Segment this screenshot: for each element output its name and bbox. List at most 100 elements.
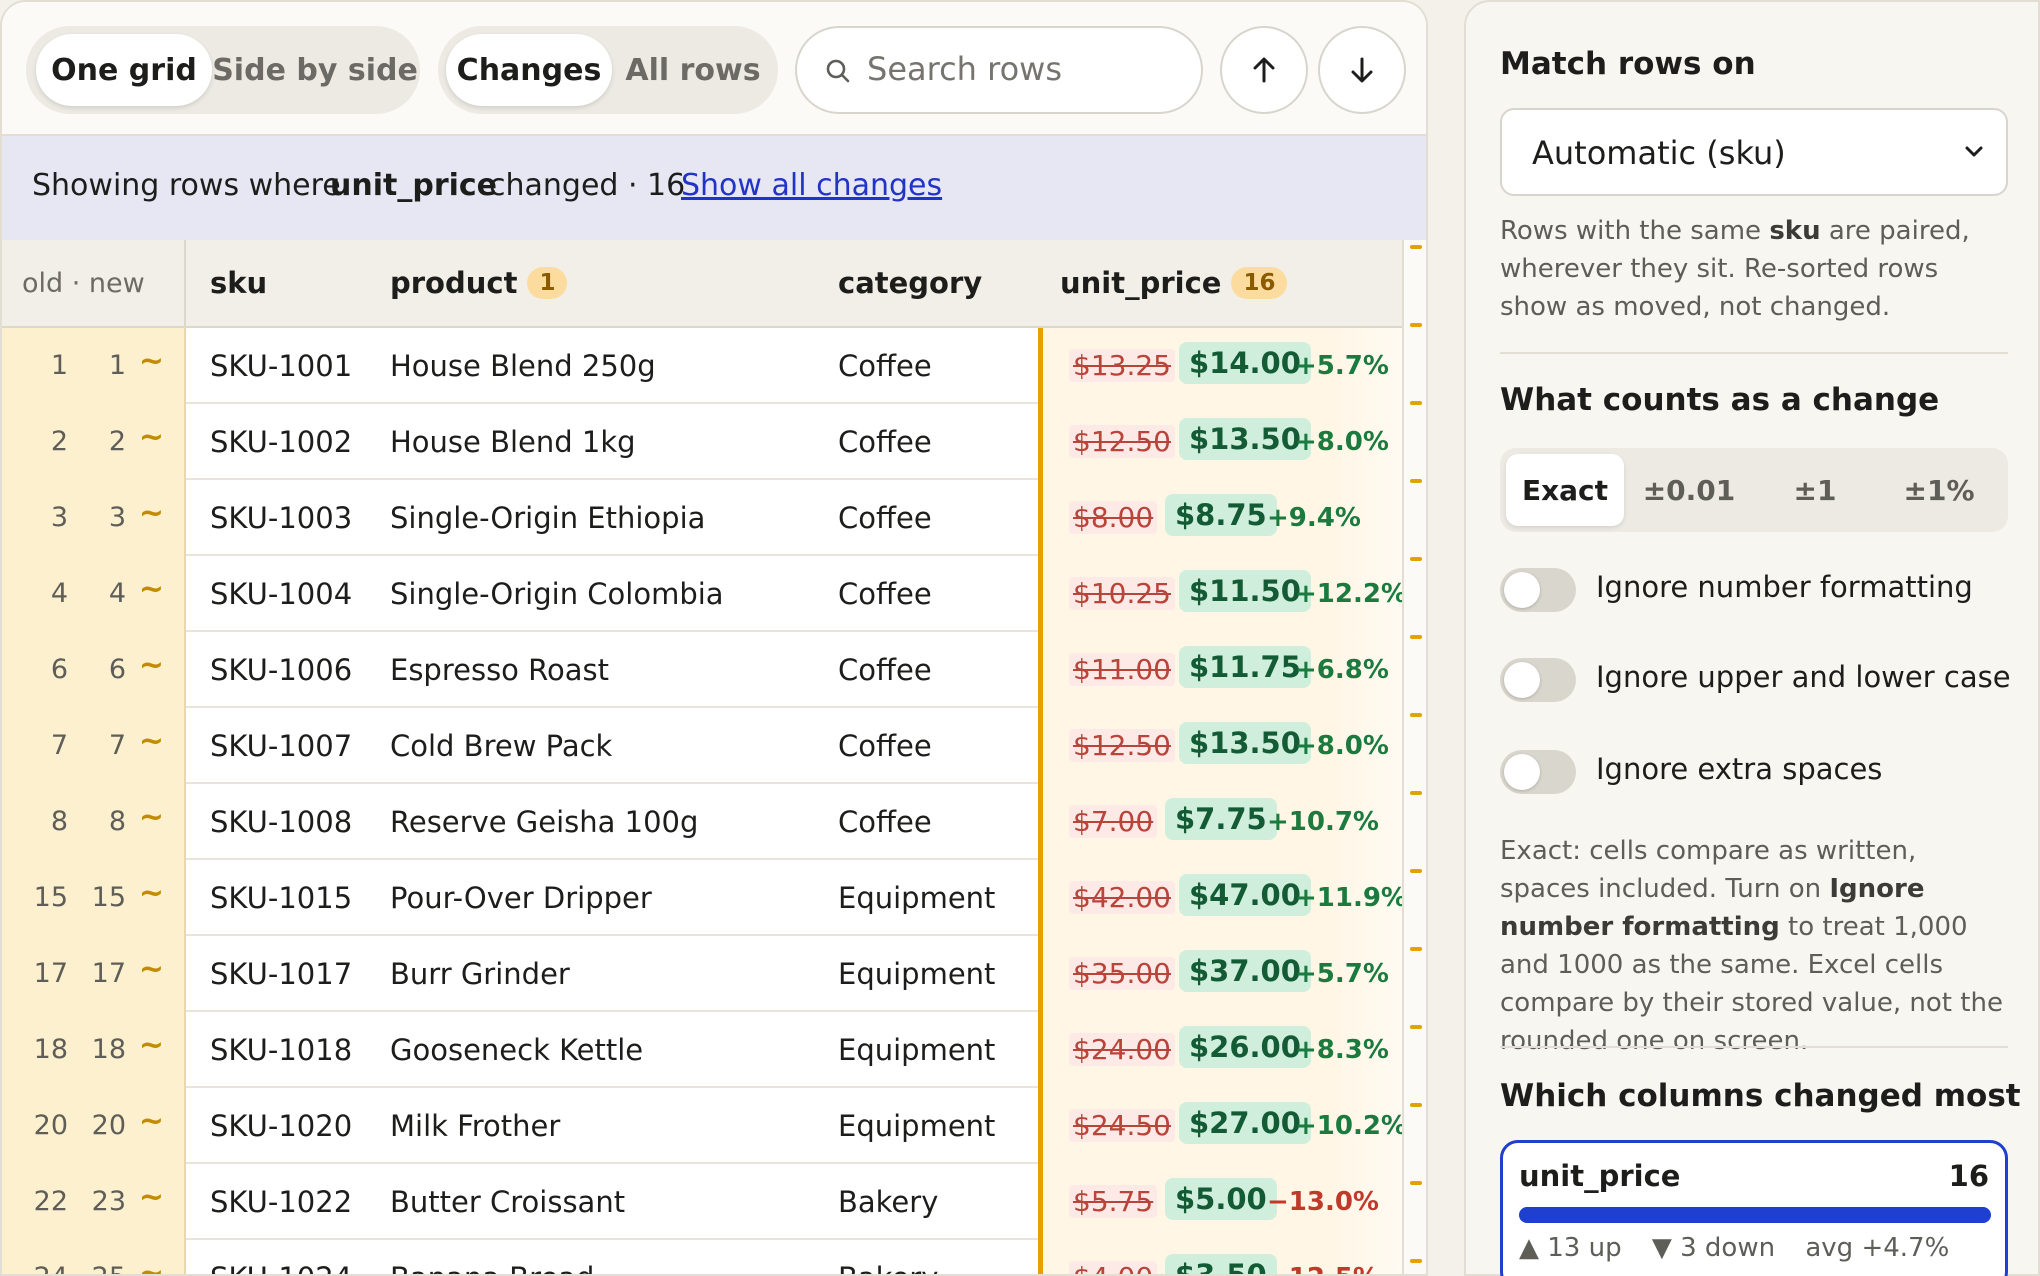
table-row[interactable]: 6 6 ~ SKU-1006 Espresso Roast Coffee $11.00 $11… bbox=[2, 632, 1402, 708]
search-placeholder: Search rows bbox=[867, 50, 1062, 88]
table-row[interactable]: 2425 ~ SKU-1024 Banana Bread Bakery $4.00 $3.5… bbox=[2, 1240, 1402, 1274]
price-delta: +9.4% bbox=[1267, 503, 1361, 533]
column-card-down: ▼ 3 down bbox=[1651, 1233, 1776, 1263]
changed-row-marker: ~ bbox=[138, 1104, 164, 1139]
column-card-name: unit_price bbox=[1519, 1159, 1681, 1193]
new-row-number: 15 bbox=[91, 882, 126, 913]
category-cell: Bakery bbox=[838, 1261, 938, 1274]
unit-price-cell[interactable]: $24.50 $27.00 +10.2% bbox=[1038, 1088, 1407, 1164]
next-change-button[interactable] bbox=[1318, 26, 1406, 114]
change-heading: What counts as a change bbox=[1500, 382, 1940, 418]
minimap-change-tick bbox=[1410, 479, 1422, 483]
old-row-number: 4 bbox=[50, 578, 68, 609]
unit-price-cell[interactable]: $12.50 $13.50 +8.0% bbox=[1038, 404, 1402, 480]
unit-price-cell[interactable]: $7.00 $7.75 +10.7% bbox=[1038, 784, 1402, 860]
product-cell: Cold Brew Pack bbox=[390, 729, 613, 763]
ignore-number-formatting-toggle[interactable]: Ignore number formatting bbox=[1500, 564, 2008, 614]
header-sku[interactable]: sku bbox=[210, 266, 267, 300]
unit-price-cell[interactable]: $5.75 $5.00 −13.0% bbox=[1038, 1164, 1402, 1240]
show-all-changes-link[interactable]: Show all changes bbox=[681, 168, 942, 203]
new-price: $11.75 bbox=[1179, 646, 1311, 688]
table-row[interactable]: 2 2 ~ SKU-1002 House Blend 1kg Coffee $12.50 $1… bbox=[2, 404, 1402, 480]
changes-button[interactable]: Changes bbox=[446, 34, 612, 106]
search-input[interactable]: Search rows bbox=[795, 26, 1203, 114]
tolerance-1pct-button[interactable]: ±1% bbox=[1880, 454, 1998, 526]
minimap-change-tick bbox=[1410, 635, 1422, 639]
toggle-knob bbox=[1504, 572, 1540, 608]
unit-price-cell[interactable]: $24.00 $26.00 +8.3% bbox=[1038, 1012, 1402, 1088]
new-row-number: 7 bbox=[108, 730, 126, 761]
change-minimap[interactable] bbox=[1402, 240, 1426, 1274]
sku-cell: SKU-1024 bbox=[210, 1261, 352, 1274]
toggle-switch[interactable] bbox=[1500, 568, 1576, 612]
toggle-knob bbox=[1504, 662, 1540, 698]
category-cell: Equipment bbox=[838, 881, 996, 915]
row-index-cell: 22 23 ~ bbox=[2, 1164, 186, 1240]
toolbar: One grid Side by side Changes All rows S… bbox=[2, 2, 1426, 136]
table-row[interactable]: 18 18 ~ SKU-1018 Gooseneck Kettle Equipment $2… bbox=[2, 1012, 1402, 1088]
old-row-number: 2 bbox=[50, 426, 68, 457]
table-row[interactable]: 7 7 ~ SKU-1007 Cold Brew Pack Coffee $12.50 $13… bbox=[2, 708, 1402, 784]
side-by-side-button[interactable]: Side by side bbox=[212, 34, 418, 106]
header-unit-price[interactable]: unit_price 16 bbox=[1060, 266, 1288, 300]
new-row-number: 8 bbox=[108, 806, 126, 837]
table-row[interactable]: 1 1 ~ SKU-1001 House Blend 250g Coffee $13.25 $… bbox=[2, 328, 1402, 404]
unit-price-cell[interactable]: $35.00 $37.00 +5.7% bbox=[1038, 936, 1402, 1012]
minimap-change-tick bbox=[1410, 1025, 1422, 1029]
product-cell: Burr Grinder bbox=[390, 957, 570, 991]
tolerance-1-button[interactable]: ±1 bbox=[1756, 454, 1874, 526]
unit-price-cell[interactable]: $8.00 $8.75 +9.4% bbox=[1038, 480, 1402, 556]
column-card-unit-price[interactable]: unit_price 16 ▲ 13 up ▼ 3 down avg +4.7% bbox=[1500, 1140, 2008, 1276]
column-card-avg: avg +4.7% bbox=[1805, 1233, 1950, 1263]
ignore-case-toggle[interactable]: Ignore upper and lower case bbox=[1500, 654, 2011, 704]
unit-price-cell[interactable]: $10.25 $11.50 +12.2% bbox=[1038, 556, 1407, 632]
unit-price-cell[interactable]: $12.50 $13.50 +8.0% bbox=[1038, 708, 1402, 784]
price-delta: +8.0% bbox=[1295, 731, 1389, 761]
settings-panel: Match rows on Automatic (sku) Rows with … bbox=[1464, 0, 2040, 1276]
old-row-number: 6 bbox=[50, 654, 68, 685]
old-price: $5.75 bbox=[1069, 1185, 1158, 1218]
unit-price-cell[interactable]: $13.25 $14.00 +5.7% bbox=[1038, 328, 1402, 404]
table-row[interactable]: 15 15 ~ SKU-1015 Pour-Over Dripper Equipment $… bbox=[2, 860, 1407, 936]
unit-price-cell[interactable]: $4.00 $3.50−12.5% bbox=[1038, 1240, 1402, 1274]
header-category[interactable]: category bbox=[838, 266, 982, 300]
match-rows-heading: Match rows on bbox=[1500, 46, 1756, 82]
new-row-number: 25 bbox=[66, 1262, 126, 1274]
product-cell: House Blend 250g bbox=[390, 349, 656, 383]
product-cell: Single-Origin Ethiopia bbox=[390, 501, 706, 535]
table-row[interactable]: 22 23 ~ SKU-1022 Butter Croissant Bakery $5.75… bbox=[2, 1164, 1402, 1240]
previous-change-button[interactable] bbox=[1220, 26, 1308, 114]
table-row[interactable]: 20 20 ~ SKU-1020 Milk Frother Equipment $24.50… bbox=[2, 1088, 1407, 1164]
toggle-switch[interactable] bbox=[1500, 750, 1576, 794]
row-index-cell: 1 1 ~ bbox=[2, 328, 186, 404]
header-product[interactable]: product 1 bbox=[390, 266, 568, 300]
ignore-extra-spaces-toggle[interactable]: Ignore extra spaces bbox=[1500, 746, 2008, 796]
old-price: $24.00 bbox=[1069, 1033, 1175, 1066]
table-row[interactable]: 8 8 ~ SKU-1008 Reserve Geisha 100g Coffee $7.0… bbox=[2, 784, 1402, 860]
minimap-change-tick bbox=[1410, 947, 1422, 951]
match-rows-select[interactable]: Automatic (sku) bbox=[1500, 108, 2008, 196]
one-grid-button[interactable]: One grid bbox=[36, 34, 212, 106]
old-row-number: 18 bbox=[33, 1034, 68, 1065]
match-note-a: Rows with the same bbox=[1500, 216, 1770, 246]
unit-price-cell[interactable]: $42.00 $47.00 +11.9% bbox=[1038, 860, 1407, 936]
row-index-cell: 6 6 ~ bbox=[2, 632, 186, 708]
toggle-switch[interactable] bbox=[1500, 658, 1576, 702]
tolerance-exact-button[interactable]: Exact bbox=[1506, 454, 1624, 526]
new-price: $7.75 bbox=[1165, 798, 1277, 840]
tolerance-001-button[interactable]: ±0.01 bbox=[1630, 454, 1748, 526]
table-row[interactable]: 3 3 ~ SKU-1003 Single-Origin Ethiopia Coffee $… bbox=[2, 480, 1402, 556]
all-rows-button[interactable]: All rows bbox=[616, 34, 770, 106]
table-row[interactable]: 17 17 ~ SKU-1017 Burr Grinder Equipment $35.00… bbox=[2, 936, 1402, 1012]
row-index-cell: 7 7 ~ bbox=[2, 708, 186, 784]
new-price: $5.00 bbox=[1165, 1178, 1277, 1220]
product-cell: Pour-Over Dripper bbox=[390, 881, 652, 915]
table-row[interactable]: 4 4 ~ SKU-1004 Single-Origin Colombia Coffee $… bbox=[2, 556, 1407, 632]
unit-price-cell[interactable]: $11.00 $11.75 +6.8% bbox=[1038, 632, 1402, 708]
price-delta: +10.2% bbox=[1295, 1111, 1407, 1141]
changed-row-marker: ~ bbox=[138, 876, 164, 911]
new-price: $14.00 bbox=[1179, 342, 1311, 384]
row-index-cell: 15 15 ~ bbox=[2, 860, 186, 936]
sku-cell: SKU-1001 bbox=[210, 349, 353, 383]
old-price: $35.00 bbox=[1069, 957, 1175, 990]
